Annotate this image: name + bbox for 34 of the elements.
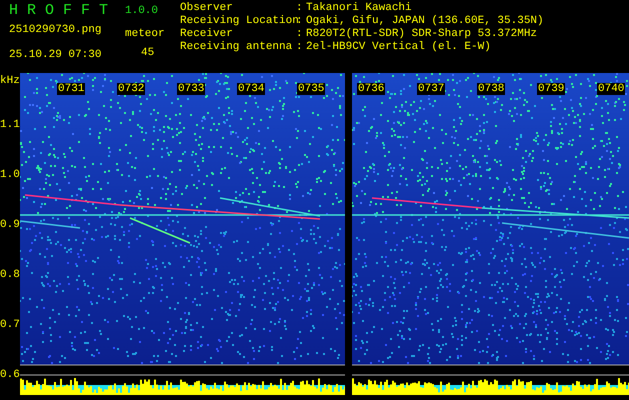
time-label: 0739 (537, 83, 566, 95)
info-value: Ogaki, Gifu, JAPAN (136.60E, 35.35N) (306, 15, 544, 28)
time-label: 0735 (297, 83, 326, 95)
timestamp: 25.10.29 07:30 (9, 48, 102, 62)
time-label: 0731 (57, 83, 86, 95)
info-label: Receiver (180, 28, 234, 41)
info-value: 2el-HB9CV Vertical (el. E-W) (306, 41, 491, 54)
time-label: 0738 (477, 83, 506, 95)
axis-label: 1.0 (0, 168, 20, 183)
time-label: 0734 (237, 83, 266, 95)
info-label: Receiving Location (180, 15, 296, 28)
meteor-count: 45 (141, 46, 154, 60)
time-label: 0737 (417, 83, 446, 95)
axis-unit: kHz (0, 75, 20, 87)
axis-label: 0.7 (0, 318, 20, 333)
axis-label: 0.8 (0, 268, 20, 283)
time-label: 0736 (357, 83, 386, 95)
app-title: H R O F F T (9, 2, 110, 20)
axis-label: 0.9 (0, 218, 20, 233)
info-label: Observer (180, 2, 234, 15)
info-separator: : (296, 28, 304, 41)
info-label: Receiving antenna (180, 41, 294, 54)
time-label: 0740 (597, 83, 626, 95)
count-label: meteor (125, 27, 165, 42)
time-label: 0732 (117, 83, 146, 95)
info-separator: : (296, 41, 304, 54)
axis-label: 1.1 (0, 118, 20, 133)
time-label: 0733 (177, 83, 206, 95)
info-value: Takanori Kawachi (306, 2, 412, 15)
file-name: 2510290730.png (9, 23, 102, 38)
info-value: R820T2(RTL-SDR) SDR-Sharp 53.372MHz (306, 28, 538, 41)
axis-label: 0.6 (0, 368, 20, 383)
info-separator: : (296, 2, 304, 15)
version: 1.0.0 (125, 4, 158, 19)
